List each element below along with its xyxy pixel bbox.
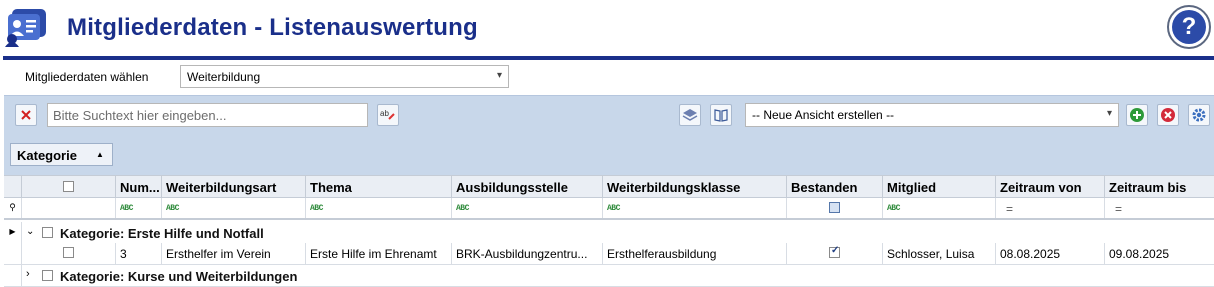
cell-weiterbildungsart[interactable]: Ersthelfer im Verein [162, 243, 306, 264]
data-selector-row: Mitgliederdaten wählen Weiterbildung ▾ [0, 60, 1214, 94]
page-title: Mitgliederdaten - Listenauswertung [67, 14, 478, 41]
column-header-weiterbildungsklasse[interactable]: Weiterbildungsklasse [603, 175, 787, 198]
equals-filter-icon: = [1115, 202, 1123, 216]
text-search-icon: ab [380, 109, 395, 120]
gear-icon [1192, 108, 1206, 122]
chevron-down-icon[interactable]: ⌄ [26, 226, 34, 237]
cell-num[interactable]: 3 [116, 243, 162, 264]
column-header-ausbildungsstelle[interactable]: Ausbildungsstelle [452, 175, 603, 198]
add-view-button[interactable] [1126, 104, 1148, 126]
data-selector-label: Mitgliederdaten wählen [25, 70, 149, 84]
bestanden-filter-checkbox[interactable] [829, 202, 840, 213]
filter-cell-num[interactable]: ABC [116, 198, 162, 218]
cell-thema[interactable]: Erste Hilfe im Ehrenamt [306, 243, 452, 264]
text-filter-icon: ABC [166, 204, 179, 213]
book-button[interactable] [710, 104, 732, 126]
view-dropdown[interactable]: -- Neue Ansicht erstellen -- ▾ [745, 103, 1119, 127]
column-header-thema[interactable]: Thema [306, 175, 452, 198]
header: Mitgliederdaten - Listenauswertung ? [0, 0, 1214, 60]
cell-zeitraum-von[interactable]: 08.08.2025 [996, 243, 1105, 264]
cell-mitglied[interactable]: Schlosser, Luisa [883, 243, 996, 264]
filter-cell-thema[interactable]: ABC [306, 198, 452, 218]
sort-ascending-icon: ▲ [96, 150, 104, 159]
search-input[interactable]: Bitte Suchtext hier eingeben... [47, 103, 368, 127]
filter-cell-zeitraum-von[interactable]: = [996, 198, 1105, 218]
group-label: Kategorie: Erste Hilfe und Notfall [60, 226, 264, 241]
group-chip-label: Kategorie [17, 148, 77, 163]
select-all-cell [22, 175, 116, 198]
clear-search-button[interactable] [15, 104, 37, 126]
close-icon [21, 110, 31, 120]
layers-button[interactable] [679, 104, 701, 126]
help-button[interactable]: ? [1167, 5, 1211, 49]
plus-icon [1130, 108, 1144, 122]
group-label: Kategorie: Kurse und Weiterbildungen [60, 269, 298, 284]
toolbar: Bitte Suchtext hier eingeben... ab -- Ne… [4, 95, 1214, 133]
bestanden-checkbox[interactable] [829, 245, 840, 258]
filter-cell-weiterbildungsart[interactable]: ABC [162, 198, 306, 218]
filter-row-icon: ⚲ [4, 198, 22, 218]
group-row[interactable]: › Kategorie: Kurse und Weiterbildungen [4, 265, 1214, 287]
column-header-zeitraum-bis[interactable]: Zeitraum bis [1105, 175, 1214, 198]
text-filter-icon: ABC [456, 204, 469, 213]
cell-bestanden[interactable] [787, 243, 883, 264]
chevron-down-icon: ▾ [496, 70, 502, 81]
column-header-bestanden[interactable]: Bestanden [787, 175, 883, 198]
equals-filter-icon: = [1006, 202, 1014, 216]
filter-cell-select [22, 198, 116, 218]
text-filter-icon: ABC [887, 204, 900, 213]
column-header-weiterbildungsart[interactable]: Weiterbildungsart [162, 175, 306, 198]
search-options-button[interactable]: ab [377, 104, 399, 126]
chevron-right-icon[interactable]: › [26, 268, 30, 280]
row-indicator [4, 243, 22, 264]
chevron-down-icon: ▾ [1106, 108, 1112, 119]
group-checkbox[interactable] [42, 227, 53, 238]
row-indicator [4, 265, 22, 287]
text-filter-icon: ABC [120, 204, 133, 213]
svg-text:ab: ab [380, 109, 389, 118]
cell-weiterbildungsklasse[interactable]: Ersthelferausbildung [603, 243, 787, 264]
row-checkbox[interactable] [63, 247, 74, 258]
column-header-num[interactable]: Num... [116, 175, 162, 198]
group-by-panel: Kategorie ▲ [4, 133, 1214, 175]
grid-filter-row: ⚲ ABC ABC ABC ABC ABC ABC = = [4, 198, 1214, 220]
help-icon: ? [1172, 10, 1206, 44]
filter-cell-bestanden[interactable] [787, 198, 883, 218]
book-icon [714, 109, 728, 122]
search-placeholder: Bitte Suchtext hier eingeben... [53, 108, 227, 123]
column-header-zeitraum-von[interactable]: Zeitraum von [996, 175, 1105, 198]
filter-cell-mitglied[interactable]: ABC [883, 198, 996, 218]
delete-icon [1161, 108, 1175, 122]
member-list-icon [4, 7, 50, 47]
filter-cell-zeitraum-bis[interactable]: = [1105, 198, 1214, 218]
view-dropdown-value: -- Neue Ansicht erstellen -- [752, 108, 895, 122]
filter-cell-weiterbildungsklasse[interactable]: ABC [603, 198, 787, 218]
group-checkbox[interactable] [42, 270, 53, 281]
layers-icon [682, 109, 698, 121]
cell-ausbildungsstelle[interactable]: BRK-Ausbildungzentru... [452, 243, 603, 264]
delete-view-button[interactable] [1157, 104, 1179, 126]
grid-header-row: Num... Weiterbildungsart Thema Ausbildun… [4, 175, 1214, 198]
data-selector-dropdown[interactable]: Weiterbildung ▾ [180, 65, 509, 88]
filter-cell-ausbildungsstelle[interactable]: ABC [452, 198, 603, 218]
data-selector-value: Weiterbildung [187, 70, 261, 84]
group-row[interactable]: ▶ ⌄ Kategorie: Erste Hilfe und Notfall [4, 222, 1214, 244]
settings-button[interactable] [1188, 104, 1210, 126]
row-select-cell [22, 243, 116, 264]
select-all-checkbox[interactable] [63, 181, 74, 192]
table-row[interactable]: 3 Ersthelfer im Verein Erste Hilfe im Eh… [4, 243, 1214, 265]
column-header-mitglied[interactable]: Mitglied [883, 175, 996, 198]
text-filter-icon: ABC [607, 204, 620, 213]
row-indicator-header [4, 175, 22, 198]
cell-zeitraum-bis[interactable]: 09.08.2025 [1105, 243, 1214, 264]
group-chip-kategorie[interactable]: Kategorie ▲ [10, 143, 113, 166]
current-row-indicator-icon: ▶ [4, 222, 22, 244]
text-filter-icon: ABC [310, 204, 323, 213]
